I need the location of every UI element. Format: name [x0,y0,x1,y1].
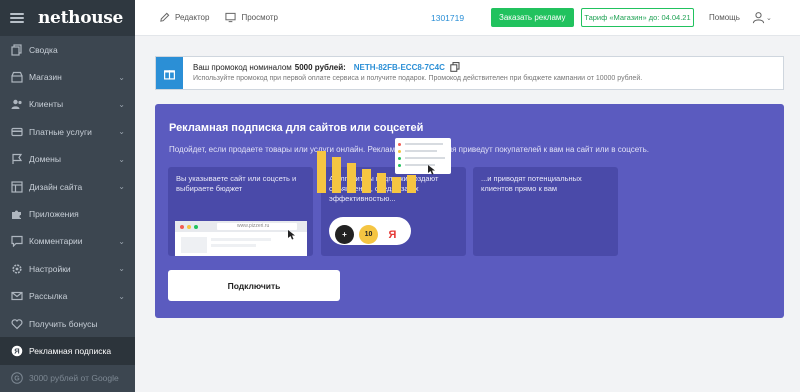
heart-icon [10,317,23,330]
step-text: Вы указываете сайт или соцсеть и выбирае… [176,174,297,193]
sidebar-item-google-bonus[interactable]: G 3000 рублей от Google [0,365,135,392]
pencil-icon [160,12,170,22]
sidebar-item-label: Магазин [29,72,62,83]
chevron-down-icon: ⌄ [118,127,125,137]
chevron-down-icon: ⌄ [118,236,125,246]
user-icon [752,12,765,24]
sidebar-item-bonuses[interactable]: Получить бонусы [0,310,135,337]
help-link[interactable]: Помощь [709,13,740,22]
plus-icon: + [335,225,354,244]
mail-icon [10,290,23,303]
puzzle-icon [10,208,23,221]
sidebar-item-label: Рекламная подписка [29,345,112,356]
rating-badge: 10 [359,225,378,244]
sidebar-item-label: Приложения [29,209,79,220]
promo-banner: Ваш промокод номиналом 5000 рублей: NETH… [155,56,784,90]
chevron-down-icon: ⌄ [118,291,125,301]
step-card: Вы указываете сайт или соцсеть и выбирае… [168,167,313,256]
promo-prefix: Ваш промокод номиналом [193,62,292,72]
menu-icon[interactable] [10,13,24,23]
google-icon: G [10,372,23,385]
sidebar-item-label: Настройки [29,263,71,274]
cursor-icon [288,230,295,240]
sidebar-item-label: Клиенты [29,99,64,110]
preview-link[interactable]: Просмотр [225,12,278,23]
browser-illustration: www.pizzeri.ru [175,221,307,256]
svg-text:Я: Я [14,347,19,356]
shop-icon [10,71,23,84]
copy-icon [10,43,23,56]
topbar: Редактор Просмотр 1301719 Заказать рекла… [135,0,800,36]
logo[interactable]: nethouse [38,8,123,28]
promo-note: Используйте промокод при первой оплате с… [193,75,643,82]
sidebar-item-label: 3000 рублей от Google [29,373,119,384]
sidebar-item-apps[interactable]: Приложения [0,200,135,227]
promo-amount: 5000 рублей: [294,62,346,72]
chevron-down-icon: ⌄ [118,72,125,82]
connect-button[interactable]: Подключить [168,270,340,301]
sidebar-item-label: Дизайн сайта [29,181,83,192]
chevron-down-icon: ⌄ [766,14,772,22]
layout-icon [10,180,23,193]
cursor-icon [428,165,435,175]
tariff-button[interactable]: Тариф «Магазин» до: 04.04.21 [581,8,694,27]
sidebar-item-ad-subscription[interactable]: Я Рекламная подписка [0,337,135,365]
chevron-down-icon: ⌄ [118,99,125,109]
step-text: ...и приводят потенциальных клиентов пря… [481,174,582,193]
yandex-letter: Я [383,225,402,244]
promo-text: Ваш промокод номиналом 5000 рублей: NETH… [183,57,642,89]
editor-link[interactable]: Редактор [159,12,209,23]
copy-icon[interactable] [450,62,460,72]
ad-subscription-card: Рекламная подписка для сайтов или соцсет… [155,104,784,318]
editor-label: Редактор [175,13,210,22]
sidebar-item-domains[interactable]: Домены ⌄ [0,146,135,173]
order-ad-button[interactable]: Заказать рекламу [491,8,574,27]
gear-icon [10,262,23,275]
sidebar-item-label: Рассылка [29,291,68,302]
preview-label: Просмотр [241,13,278,22]
chevron-down-icon: ⌄ [118,182,125,192]
sidebar-item-label: Домены [29,154,61,165]
sidebar-item-label: Комментарии [29,236,83,247]
users-icon [10,98,23,111]
sidebar-item-settings[interactable]: Настройки ⌄ [0,255,135,282]
sidebar: nethouse Сводка Магазин ⌄ Клиенты ⌄ Плат… [0,0,135,392]
sidebar-header: nethouse [0,0,135,36]
sidebar-item-label: Платные услуги [29,126,92,137]
user-menu[interactable]: ⌄ [752,11,772,24]
gift-icon [156,57,183,89]
leads-list-illustration [395,138,451,175]
card-title: Рекламная подписка для сайтов или соцсет… [169,122,424,134]
yandex-icon: Я [10,344,23,357]
flag-icon [10,153,23,166]
promo-code[interactable]: NETH-82FB-ECC8-7C4C [354,63,445,72]
chevron-down-icon: ⌄ [118,154,125,164]
browser-url: www.pizzeri.ru [217,223,297,230]
promo-line: Ваш промокод номиналом 5000 рублей: NETH… [193,62,642,72]
sidebar-item-mailing[interactable]: Рассылка ⌄ [0,283,135,310]
svg-text:G: G [14,376,20,383]
sidebar-item-shop[interactable]: Магазин ⌄ [0,63,135,90]
monitor-icon [225,12,237,23]
sidebar-menu: Сводка Магазин ⌄ Клиенты ⌄ Платные услуг… [0,36,135,392]
sidebar-item-comments[interactable]: Комментарии ⌄ [0,228,135,255]
account-number[interactable]: 1301719 [431,13,464,23]
sidebar-item-summary[interactable]: Сводка [0,36,135,63]
sidebar-item-paid-services[interactable]: Платные услуги ⌄ [0,118,135,145]
chevron-down-icon: ⌄ [118,264,125,274]
card-icon [10,125,23,138]
sidebar-item-label: Сводка [29,44,58,55]
comment-icon [10,235,23,248]
sidebar-item-label: Получить бонусы [29,318,98,329]
sidebar-item-design[interactable]: Дизайн сайта ⌄ [0,173,135,200]
sidebar-item-clients[interactable]: Клиенты ⌄ [0,91,135,118]
step-card: ...и приводят потенциальных клиентов пря… [473,167,618,256]
